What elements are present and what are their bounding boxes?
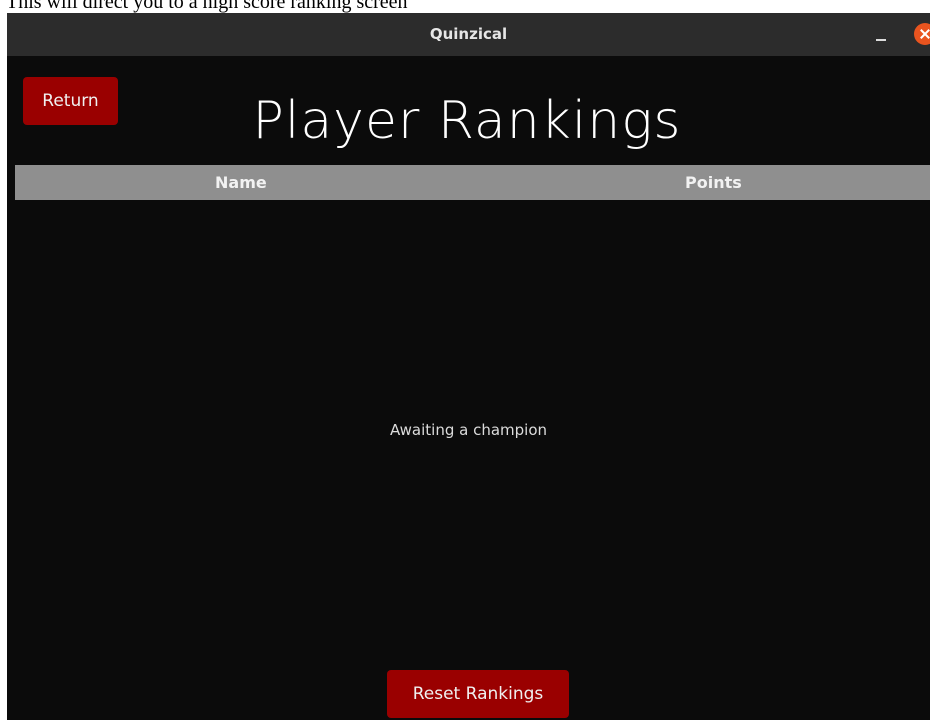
close-icon[interactable] — [914, 23, 930, 45]
title-bar: Quinzical — [7, 13, 930, 56]
column-header-points[interactable]: Points — [685, 165, 775, 200]
app-window: Quinzical Return Player Rankings Name Po… — [7, 13, 930, 720]
minimize-icon[interactable] — [868, 21, 894, 47]
window-title: Quinzical — [429, 25, 508, 43]
column-header-name[interactable]: Name — [215, 165, 305, 200]
page-title: Player Rankings — [252, 91, 682, 151]
return-button[interactable]: Return — [23, 77, 118, 125]
empty-table-message: Awaiting a champion — [389, 421, 548, 439]
page-caption: This will direct you to a high score ran… — [6, 0, 408, 13]
reset-rankings-button[interactable]: Reset Rankings — [387, 670, 569, 718]
rankings-table-header: Name Points — [15, 165, 930, 200]
